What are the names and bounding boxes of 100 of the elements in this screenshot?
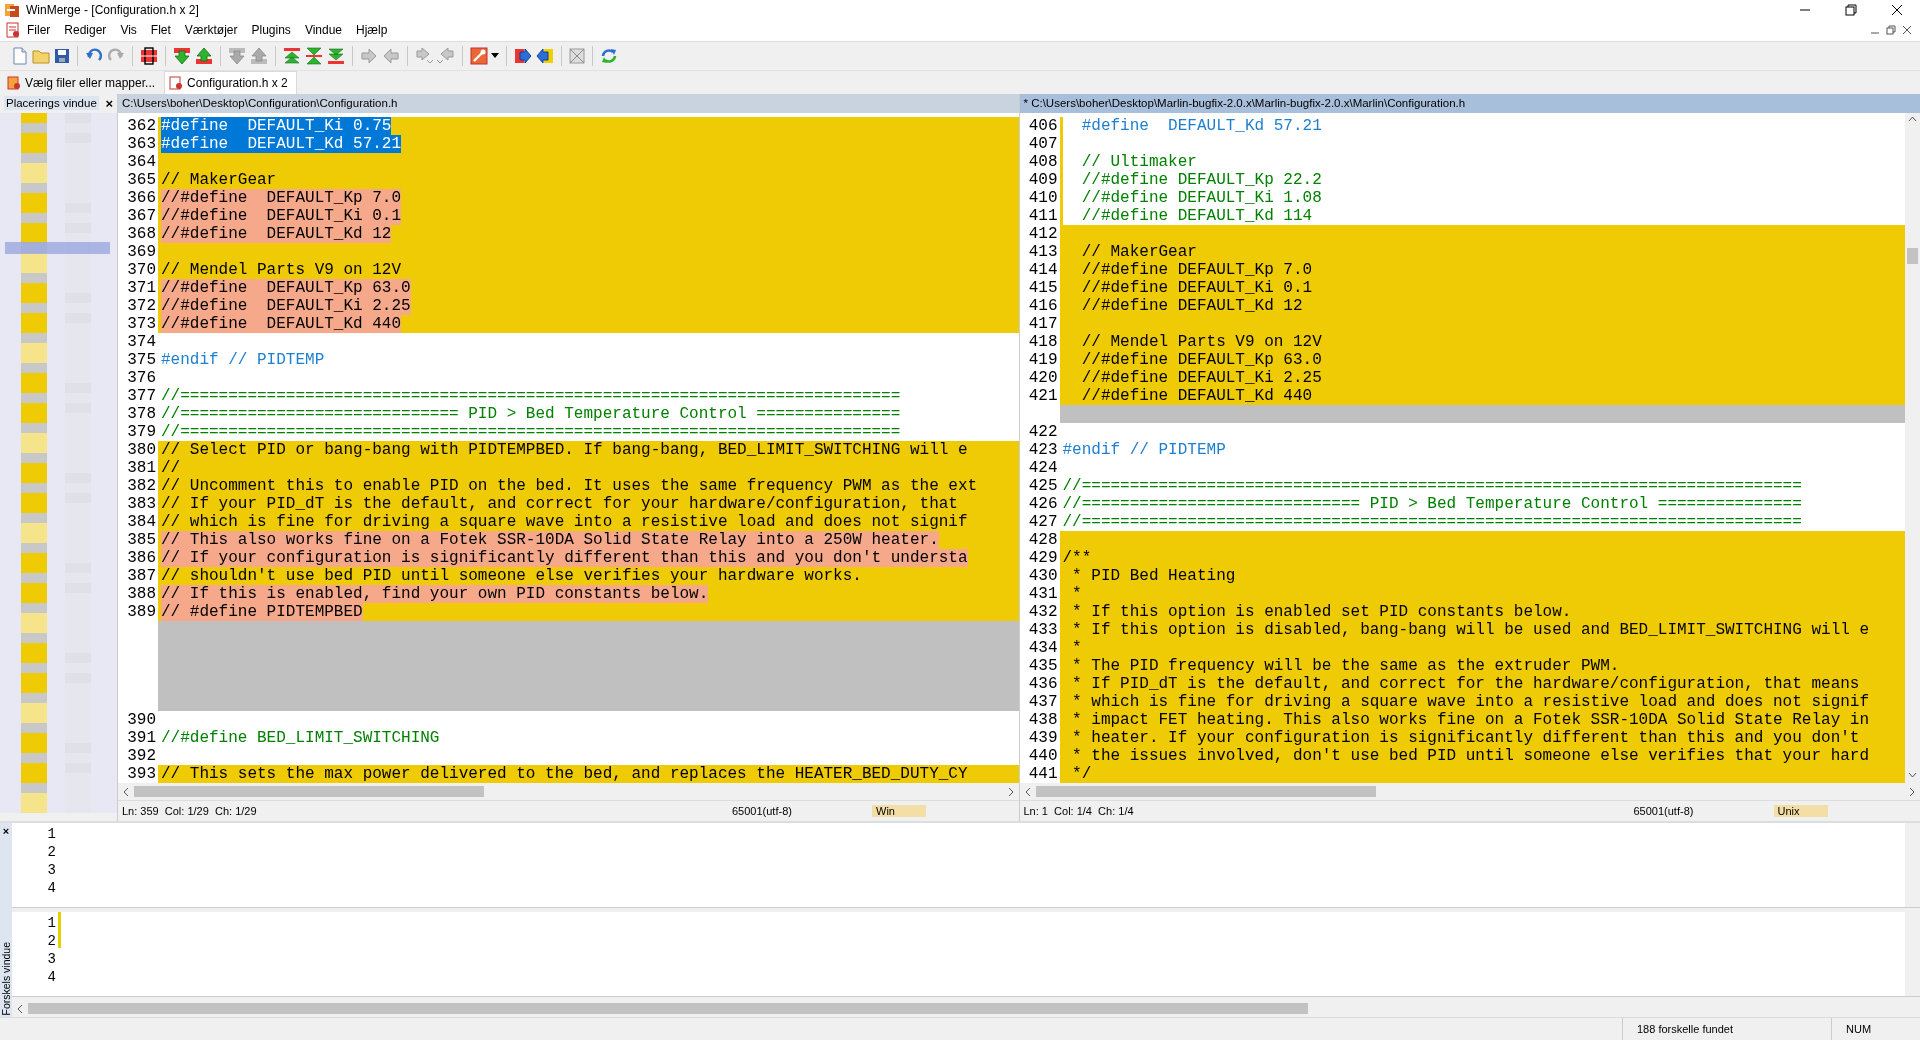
code-text: //#define DEFAULT_Kd 12 bbox=[1080, 296, 1303, 315]
code-text: #endif // PIDTEMP bbox=[161, 350, 325, 369]
encoding-label: 65001(utf-8) bbox=[1633, 805, 1695, 818]
pane-title: Placerings vindue bbox=[4, 96, 99, 111]
file-path-header: C:\Users\boher\Desktop\Configuration\Configuration.h bbox=[118, 93, 1019, 113]
next-difference-icon[interactable] bbox=[173, 46, 191, 65]
code-text: #define DEFAULT_Kd 57.21 bbox=[1080, 116, 1322, 135]
code-text: * heater. If your configuration is significantly different than this and you don't bbox=[1071, 728, 1860, 747]
first-difference-icon[interactable] bbox=[283, 46, 301, 65]
document-icon bbox=[7, 75, 21, 90]
restore-icon[interactable] bbox=[1886, 25, 1896, 36]
window-title: WinMerge - [Configuration.h x 2] bbox=[26, 3, 200, 17]
copy-left-advance-icon[interactable] bbox=[437, 47, 455, 64]
previous-difference-icon[interactable] bbox=[195, 46, 213, 65]
code-text: * bbox=[1071, 584, 1082, 603]
close-button[interactable]: × bbox=[2, 825, 10, 838]
close-button[interactable]: × bbox=[105, 95, 113, 111]
menu-item[interactable]: Vis bbox=[113, 21, 144, 40]
line-number: 4 bbox=[46, 879, 57, 898]
code-text: // bbox=[161, 458, 181, 477]
menu-item[interactable]: Hjælp bbox=[349, 21, 395, 40]
next-conflict-icon[interactable] bbox=[228, 46, 246, 65]
status-message: 188 forskelle fundet bbox=[1622, 1018, 1831, 1040]
code-text: // shouldn't use bed PID until someone else verifies your hardware works. bbox=[161, 566, 862, 585]
line-ending-label: Unix bbox=[1773, 805, 1828, 818]
code-text: /** bbox=[1062, 548, 1092, 567]
menu-item[interactable]: Vindue bbox=[297, 21, 350, 40]
line-ending-label: Win bbox=[872, 805, 926, 818]
code-text: // MakerGear bbox=[161, 170, 277, 189]
previous-conflict-icon[interactable] bbox=[250, 46, 268, 65]
line-number: 2 bbox=[46, 843, 57, 862]
scroll-left-icon[interactable] bbox=[1023, 786, 1032, 797]
code-text: // Uncomment this to enable PID on the bed. It uses the same frequency PWM as the ext bbox=[161, 476, 978, 495]
code-text: * the issues involved, don't use bed PID until someone else verifies that your hard bbox=[1071, 746, 1870, 765]
document-menu-icon[interactable] bbox=[6, 22, 20, 39]
code-text: //============================= PID > Bed Temperature Control =============== bbox=[161, 404, 901, 423]
code-text: //#define DEFAULT_Kd 114 bbox=[1080, 206, 1313, 225]
code-text: #endif // PIDTEMP bbox=[1062, 440, 1226, 459]
code-text: //#define DEFAULT_Kp 22.2 bbox=[1080, 170, 1322, 189]
file-path-header: * C:\Users\boher\Desktop\Marlin-bugfix-2.0.x\Marlin-bugfix-2.0.x\Marlin\Configuration.h bbox=[1019, 93, 1920, 113]
line-number: 2 bbox=[46, 931, 57, 950]
code-text: * PID Bed Heating bbox=[1071, 566, 1236, 585]
document-tab[interactable]: Configuration.h x 2 bbox=[164, 70, 297, 94]
pane-title: Forskels vindue bbox=[0, 941, 12, 1016]
line-number: 4 bbox=[46, 967, 57, 986]
code-text: * If this option is disabled, bang-bang will be used and BED_LIMIT_SWITCHING will e bbox=[1071, 620, 1870, 639]
code-text: //#define DEFAULT_Kd 440 bbox=[1080, 386, 1313, 405]
code-text: // If your PID_dT is the default, and correct for your hardware/configuration, that bbox=[161, 494, 958, 513]
save-icon[interactable] bbox=[54, 47, 70, 64]
scroll-right-icon[interactable] bbox=[1006, 786, 1015, 797]
code-text: //#define DEFAULT_Kp 7.0 bbox=[1080, 260, 1313, 279]
vertical-scrollbar[interactable] bbox=[1905, 112, 1920, 784]
diff-pane-icon[interactable] bbox=[569, 47, 585, 64]
refresh-icon[interactable] bbox=[600, 46, 618, 65]
copy-left-icon[interactable] bbox=[382, 47, 400, 64]
code-text: //=========================================================================== bbox=[1062, 512, 1802, 531]
code-text: // MakerGear bbox=[1080, 242, 1197, 261]
vertical-scrollbar[interactable] bbox=[1905, 823, 1920, 907]
code-text: //#define DEFAULT_Kp 63.0 bbox=[1080, 350, 1322, 369]
close-icon[interactable] bbox=[1902, 25, 1912, 36]
line-number: 3 bbox=[46, 949, 57, 968]
tab-label: Configuration.h x 2 bbox=[187, 75, 288, 90]
merge-icon[interactable] bbox=[140, 46, 158, 65]
menu-item[interactable]: Plugins bbox=[244, 21, 298, 40]
code-text: // Mendel Parts V9 on 12V bbox=[1080, 332, 1322, 351]
menu-item[interactable]: Værktøjer bbox=[177, 21, 245, 40]
code-text: //#define DEFAULT_Ki 1.08 bbox=[1080, 188, 1322, 207]
scroll-left-icon[interactable] bbox=[16, 1003, 24, 1014]
undo-icon[interactable] bbox=[85, 47, 103, 64]
copy-right-icon[interactable] bbox=[360, 47, 378, 64]
code-text: //=========================================================================== bbox=[161, 422, 901, 441]
code-text: * If PID_dT is the default, and correct for the hardware/configuration, that means bbox=[1071, 674, 1860, 693]
dropdown-caret-icon[interactable] bbox=[491, 53, 499, 59]
code-text: //#define DEFAULT_Ki 2.25 bbox=[1080, 368, 1322, 387]
code-text: //=========================================================================== bbox=[1062, 476, 1802, 495]
line-number: 1 bbox=[46, 913, 57, 932]
code-text: //#define DEFAULT_Ki 0.1 bbox=[1080, 278, 1313, 297]
scroll-right-icon[interactable] bbox=[1908, 786, 1916, 797]
options-icon[interactable] bbox=[470, 46, 488, 65]
code-text: // Ultimaker bbox=[1080, 152, 1197, 171]
line-number: 1 bbox=[46, 825, 57, 844]
new-document-icon[interactable] bbox=[12, 46, 28, 65]
menu-item[interactable]: Filer bbox=[20, 21, 58, 40]
vertical-scrollbar[interactable] bbox=[1905, 911, 1920, 996]
code-text: //============================= PID > Bed Temperature Control =============== bbox=[1062, 494, 1802, 513]
scroll-thumb[interactable] bbox=[1907, 247, 1918, 264]
scroll-left-icon[interactable] bbox=[122, 786, 130, 797]
code-text: // Select PID or bang-bang with PIDTEMPBED. If bang-bang, BED_LIMIT_SWITCHING will e bbox=[161, 440, 968, 459]
code-text: * which is fine for driving a square wave into a resistive load and does not signif bbox=[1071, 692, 1870, 711]
cursor-position: Ln: 359 Col: 1/29 Ch: 1/29 bbox=[122, 805, 258, 818]
compare-right-icon[interactable] bbox=[514, 47, 532, 64]
code-text: //=========================================================================== bbox=[161, 386, 901, 405]
compare-left-icon[interactable] bbox=[536, 47, 554, 64]
last-difference-icon[interactable] bbox=[327, 46, 345, 65]
menu-item[interactable]: Rediger bbox=[57, 21, 114, 40]
menu-item[interactable]: Flet bbox=[143, 21, 178, 40]
cursor-position: Ln: 1 Col: 1/4 Ch: 1/4 bbox=[1023, 805, 1135, 818]
copy-right-advance-icon[interactable] bbox=[415, 47, 433, 64]
current-difference-icon[interactable] bbox=[305, 46, 323, 65]
code-text: */ bbox=[1071, 764, 1092, 783]
